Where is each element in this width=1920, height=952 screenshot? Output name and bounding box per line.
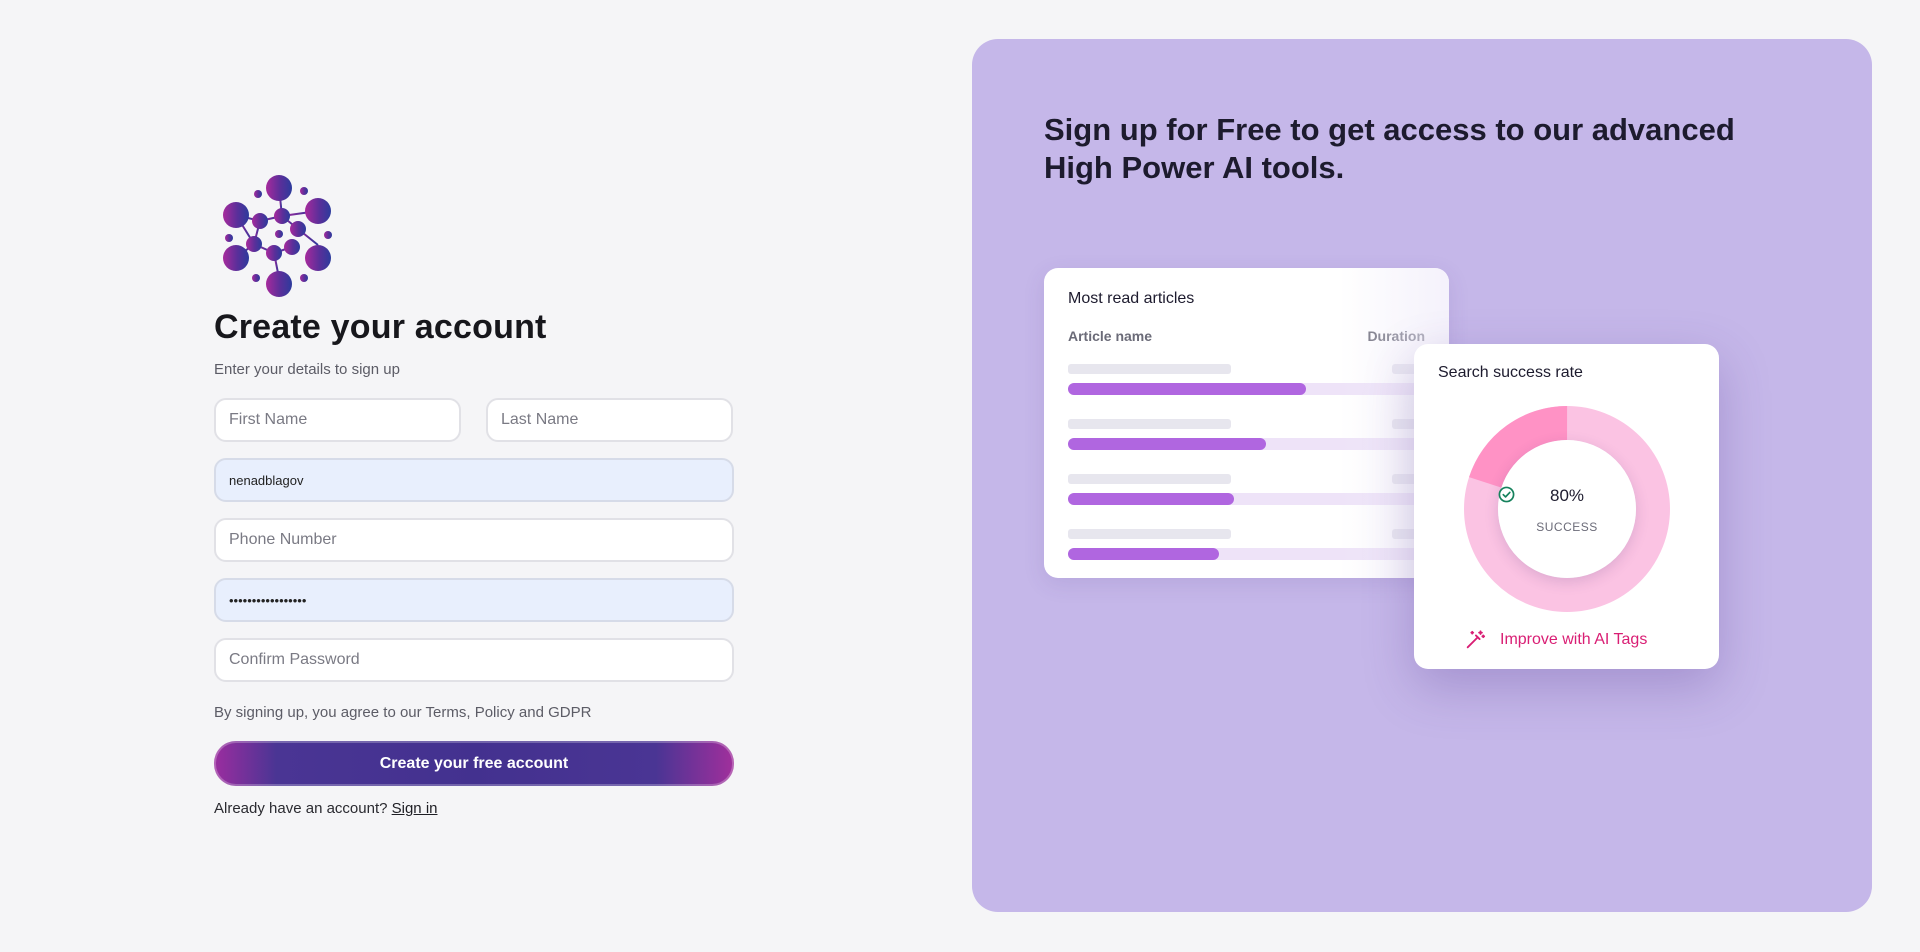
article-row xyxy=(1068,419,1428,459)
promo-panel: Sign up for Free to get access to our ad… xyxy=(972,39,1872,912)
name-row xyxy=(214,398,734,442)
article-name-column-header: Article name xyxy=(1068,328,1153,344)
article-progress-track xyxy=(1068,438,1428,450)
success-label: SUCCESS xyxy=(1536,520,1598,534)
article-progress-fill xyxy=(1068,438,1266,450)
article-row xyxy=(1068,364,1428,404)
percent-value: 80% xyxy=(1549,486,1585,505)
article-progress-track xyxy=(1068,493,1428,505)
check-circle-icon xyxy=(1498,486,1515,503)
promo-headline: Sign up for Free to get access to our ad… xyxy=(1044,112,1735,185)
article-row xyxy=(1068,474,1428,514)
brand-logo xyxy=(223,175,332,297)
password-input[interactable] xyxy=(214,578,734,622)
terms-text: By signing up, you agree to our Terms, P… xyxy=(214,704,592,721)
article-progress-fill xyxy=(1068,383,1306,395)
magic-wand-icon xyxy=(1466,630,1486,649)
confirm-password-input[interactable] xyxy=(214,638,734,682)
articles-card-title: Most read articles xyxy=(1068,290,1195,307)
signin-row: Already have an account? Sign in xyxy=(214,800,734,817)
signin-link[interactable]: Sign in xyxy=(392,800,438,817)
article-progress-track xyxy=(1068,383,1428,395)
rate-card-title: Search success rate xyxy=(1438,364,1583,381)
improve-with-ai-tags-button[interactable]: Improve with AI Tags xyxy=(1464,629,1647,651)
page-title: Create your account xyxy=(214,308,547,346)
article-row xyxy=(1068,529,1428,569)
phone-input[interactable] xyxy=(214,518,734,562)
last-name-input[interactable] xyxy=(486,398,733,442)
donut-center: 80% SUCCESS xyxy=(1498,440,1636,578)
search-success-rate-card: Search success rate 80% SUCCESS Improve … xyxy=(1414,344,1719,669)
create-account-button[interactable]: Create your free account xyxy=(214,741,734,786)
first-name-input[interactable] xyxy=(214,398,461,442)
article-name-placeholder xyxy=(1068,474,1231,484)
article-name-placeholder xyxy=(1068,364,1231,374)
most-read-articles-card: Most read articles Article name Duration xyxy=(1044,268,1449,578)
signup-form: Create your account Enter your details t… xyxy=(214,174,734,817)
article-progress-fill xyxy=(1068,493,1234,505)
article-progress-fill xyxy=(1068,548,1220,560)
percent-readout: 80% xyxy=(1498,486,1636,506)
article-name-placeholder xyxy=(1068,419,1231,429)
improve-label: Improve with AI Tags xyxy=(1500,631,1648,648)
duration-column-header: Duration xyxy=(1367,328,1425,344)
article-name-placeholder xyxy=(1068,529,1231,539)
page-subtitle: Enter your details to sign up xyxy=(214,361,400,378)
article-progress-track xyxy=(1068,548,1428,560)
username-input[interactable] xyxy=(214,458,734,502)
signin-prompt: Already have an account? xyxy=(214,800,388,817)
success-donut-chart: 80% SUCCESS xyxy=(1464,406,1670,612)
